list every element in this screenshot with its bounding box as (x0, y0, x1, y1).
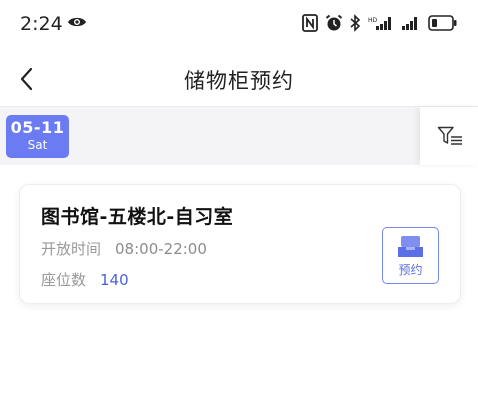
filter-icon (437, 126, 462, 145)
seat-count-row: 座位数 140 (41, 269, 129, 290)
seat-count-value: 140 (100, 271, 129, 289)
nfc-icon (302, 14, 318, 32)
status-time: 2:24 (20, 13, 63, 35)
reserve-button[interactable]: 预约 (382, 227, 439, 284)
svg-text:HD: HD (368, 17, 378, 24)
signal-icon (402, 17, 417, 30)
eye-icon (68, 17, 86, 27)
battery-icon (428, 15, 457, 31)
seat-count-label: 座位数 (41, 271, 87, 289)
opening-hours-label: 开放时间 (41, 240, 102, 258)
alarm-icon (325, 14, 343, 31)
bluetooth-icon (350, 14, 361, 32)
page-title: 储物柜预约 (184, 69, 294, 93)
status-icons: HD (302, 14, 458, 32)
locker-card[interactable]: 图书馆-五楼北-自习室 开放时间 08:00-22:00 座位数 140 预约 (19, 184, 461, 304)
reserve-label: 预约 (398, 263, 423, 277)
date-chip-weekday: Sat (27, 138, 48, 152)
top-nav: 储物柜预约 (0, 52, 478, 106)
date-chip-date: 05-11 (10, 118, 65, 137)
date-selector: 05-11 Sat (0, 107, 478, 165)
opening-hours-value: 08:00-22:00 (115, 240, 207, 258)
signal-icon: HD (368, 17, 391, 30)
opening-hours-row: 开放时间 08:00-22:00 (41, 238, 207, 259)
status-bar: 2:24 HD (0, 0, 478, 52)
locker-title: 图书馆-五楼北-自习室 (41, 206, 234, 228)
date-chip-selected[interactable]: 05-11 Sat (6, 115, 69, 158)
locker-icon (398, 236, 423, 257)
filter-button[interactable] (420, 107, 478, 165)
